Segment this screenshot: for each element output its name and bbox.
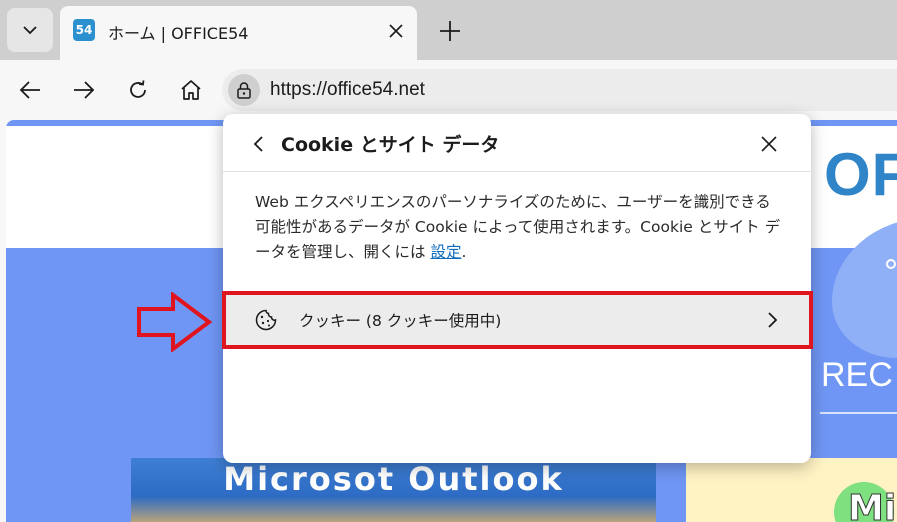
tab-list-button[interactable] <box>7 8 53 52</box>
tab-close-button[interactable] <box>385 20 407 42</box>
refresh-icon <box>130 80 146 98</box>
popup-description: Web エクスペリエンスのパーソナライズのために、ユーザーを識別できる可能性があ… <box>255 190 785 265</box>
description-period: . <box>461 243 467 261</box>
card-text: Mi <box>847 488 897 522</box>
heading-underline <box>820 412 897 414</box>
popup-divider <box>223 171 811 172</box>
home-button[interactable] <box>175 74 207 106</box>
refresh-button[interactable] <box>122 74 154 106</box>
outlook-banner-text: Microsot Outlook <box>223 460 564 498</box>
new-tab-button[interactable] <box>433 14 467 48</box>
site-favicon: 54 <box>73 19 95 41</box>
close-icon <box>761 136 777 152</box>
annotation-highlight-box <box>222 291 813 349</box>
description-text: Web エクスペリエンスのパーソナライズのために、ユーザーを識別できる可能性があ… <box>255 193 781 261</box>
arrow-left-icon <box>19 81 40 99</box>
forward-button[interactable] <box>68 74 100 106</box>
annotation-arrow-icon <box>137 292 212 352</box>
recommend-heading: REC <box>821 356 893 394</box>
site-logo-text[interactable]: OFF <box>824 140 897 209</box>
home-icon <box>181 80 201 100</box>
tab-strip: 54 ホーム | OFFICE54 <box>0 0 897 60</box>
plus-icon <box>440 21 460 41</box>
chevron-left-icon <box>253 136 263 152</box>
popup-back-button[interactable] <box>245 130 273 158</box>
address-bar[interactable]: https://office54.net <box>222 69 897 111</box>
tab-active[interactable]: 54 ホーム | OFFICE54 <box>60 6 417 60</box>
tab-title: ホーム | OFFICE54 <box>108 24 249 43</box>
url-text[interactable]: https://office54.net <box>270 79 425 101</box>
site-info-button[interactable] <box>228 74 260 106</box>
back-button[interactable] <box>14 74 46 106</box>
popup-close-button[interactable] <box>755 130 783 158</box>
arrow-right-icon <box>74 81 95 99</box>
settings-link[interactable]: 設定 <box>430 243 461 261</box>
cookie-site-data-popup: Cookie とサイト データ Web エクスペリエンスのパーソナライズのために… <box>223 114 811 463</box>
decorative-circle <box>886 259 896 269</box>
outlook-banner[interactable]: Microsot Outlook <box>131 458 656 522</box>
close-icon <box>389 24 403 38</box>
browser-toolbar: https://office54.net <box>0 60 897 120</box>
feature-card[interactable]: Mi <box>686 458 897 522</box>
lock-icon <box>237 82 251 99</box>
popup-title: Cookie とサイト データ <box>281 134 500 156</box>
chevron-down-icon <box>23 26 37 35</box>
